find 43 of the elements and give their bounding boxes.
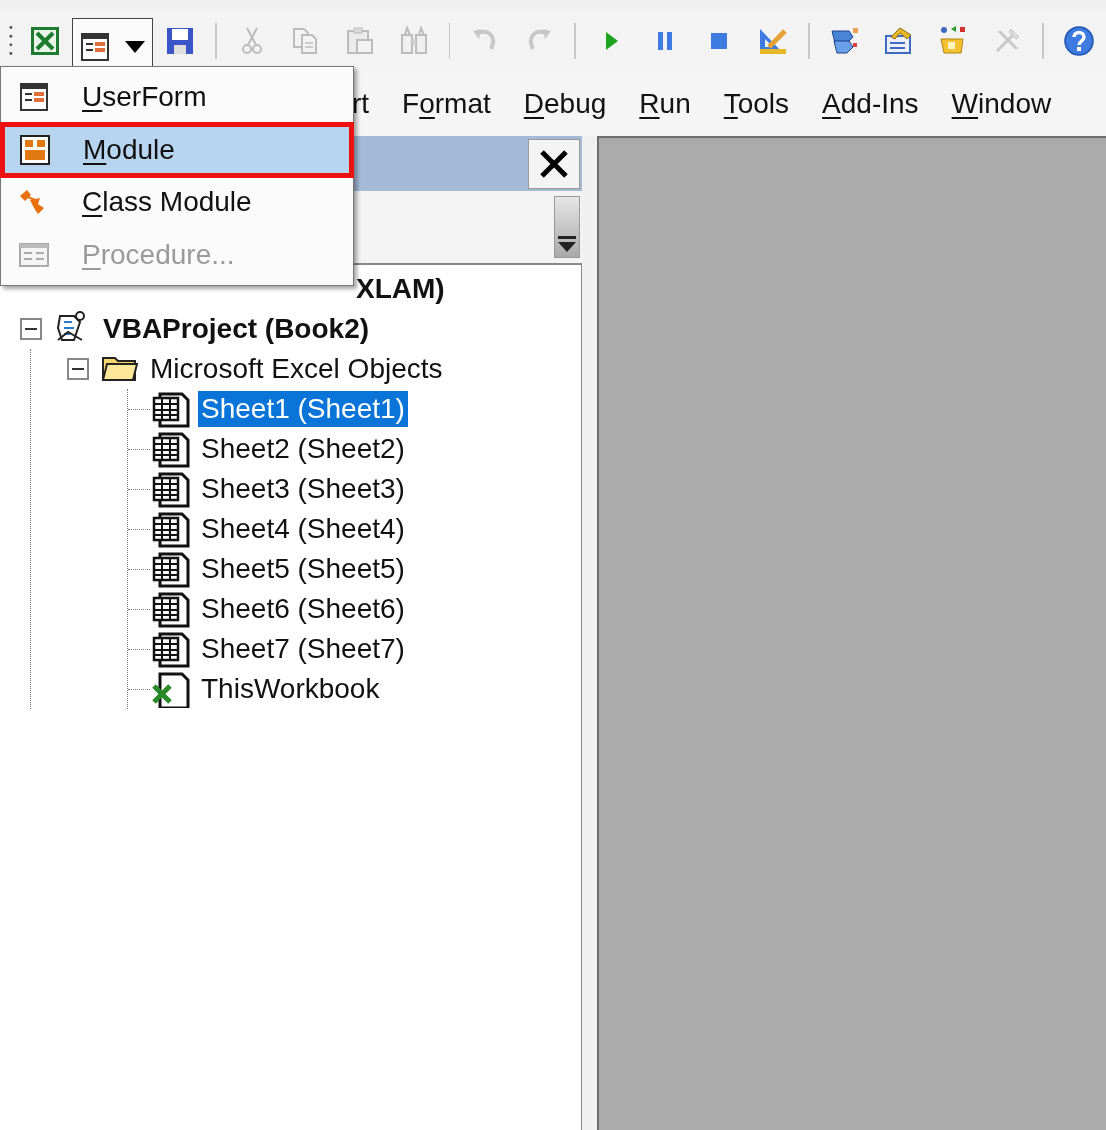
help-icon (1062, 25, 1095, 57)
menu-item[interactable]: Format (402, 90, 491, 118)
worksheet-icon (152, 630, 190, 668)
menu-item[interactable]: Add-Ins (822, 90, 919, 118)
folder-name[interactable]: Microsoft Excel Objects (147, 351, 446, 387)
collapse-button[interactable] (67, 358, 89, 380)
chevron-down-icon (557, 235, 577, 253)
menu-item[interactable]: Window (951, 90, 1052, 118)
menu-item[interactable]: Tools (723, 90, 790, 118)
tree-item[interactable]: Sheet3 (Sheet3) (198, 471, 408, 507)
worksheet-icon (152, 550, 190, 588)
tree-item[interactable]: ThisWorkbook (198, 671, 383, 707)
form-icon (18, 81, 50, 114)
form-icon (79, 30, 112, 63)
worksheet-icon (152, 470, 190, 508)
toolbar-grip-icon (8, 24, 14, 58)
caret-down-icon (125, 40, 146, 53)
collapse-icon (67, 358, 89, 380)
workbook-icon (152, 670, 190, 708)
module-icon (19, 133, 51, 166)
menu-option[interactable]: Class Module (1, 176, 353, 229)
menu-item[interactable]: rt (352, 90, 370, 118)
menu-item[interactable]: Debug (523, 90, 607, 118)
project-name[interactable]: XLAM) (353, 271, 448, 307)
tree-item[interactable]: Sheet6 (Sheet6) (198, 591, 408, 627)
worksheet-icon (152, 390, 190, 428)
worksheet-icon (152, 430, 190, 468)
tree-item[interactable]: Sheet7 (Sheet7) (198, 631, 408, 667)
collapse-icon (20, 318, 42, 340)
close-button[interactable] (528, 138, 580, 189)
project-name[interactable]: VBAProject (Book2) (100, 311, 373, 347)
tree-item[interactable]: Sheet1 (Sheet1) (198, 391, 408, 427)
tree-item[interactable]: Sheet5 (Sheet5) (198, 551, 408, 587)
menu-item[interactable]: Run (639, 90, 691, 118)
tree-item[interactable]: Sheet2 (Sheet2) (198, 431, 408, 467)
collapse-button[interactable] (20, 318, 42, 340)
menu-option[interactable]: Module (2, 123, 352, 176)
scroll-button[interactable] (554, 196, 580, 258)
worksheet-icon (152, 510, 190, 548)
spreadsheet-icon (28, 25, 61, 57)
close-icon (538, 147, 570, 180)
worksheet-icon (152, 590, 190, 628)
tree-item[interactable]: Sheet4 (Sheet4) (198, 511, 408, 547)
